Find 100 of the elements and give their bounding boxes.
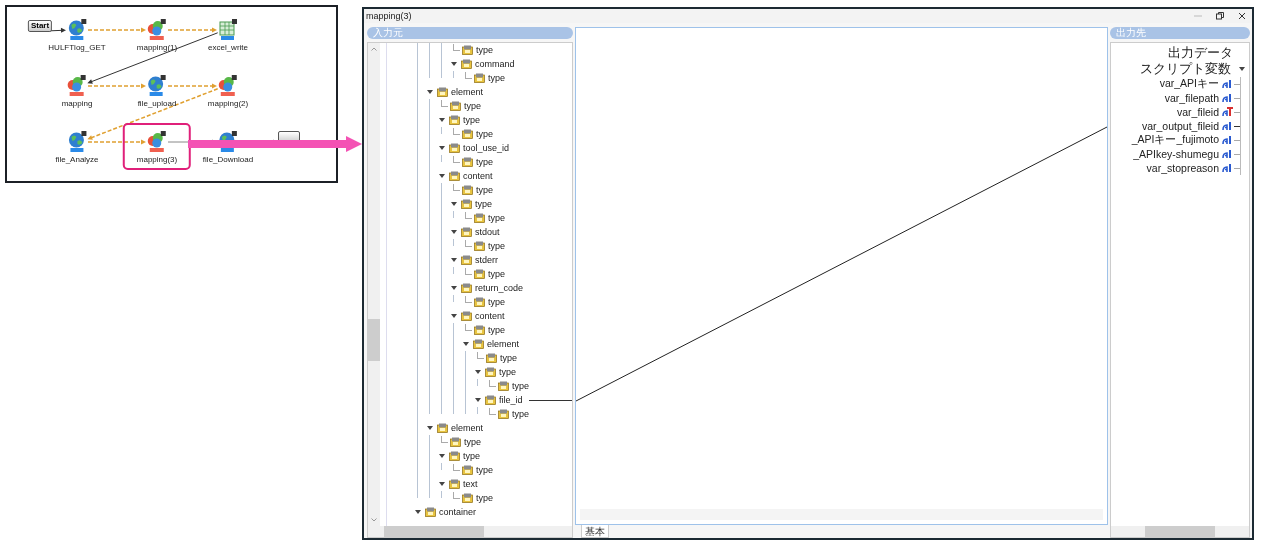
element-icon: [474, 325, 485, 335]
panel-header: 入力元: [367, 27, 573, 39]
selected-node-frame[interactable]: mapping(3): [124, 125, 190, 168]
element-icon: [474, 241, 485, 251]
element-icon: [462, 45, 473, 55]
tree-item[interactable]: type: [463, 115, 480, 125]
element-icon: [450, 101, 461, 111]
node-label: mapping: [61, 99, 93, 108]
variable-icon: [1222, 79, 1233, 89]
tree-item[interactable]: type: [464, 437, 481, 447]
flow-connector: [50, 27, 66, 33]
tab[interactable]: 基本: [581, 525, 609, 538]
tree-item[interactable]: type: [476, 157, 493, 167]
tree-item[interactable]: スクリプト変数: [1140, 60, 1231, 78]
variable-icon: [1222, 107, 1233, 117]
tree-item[interactable]: element: [451, 87, 484, 97]
globe-icon: [67, 19, 87, 41]
tree-item[interactable]: element: [487, 339, 520, 349]
element-icon: [485, 367, 496, 377]
element-icon: [437, 87, 448, 97]
tree-item[interactable]: content: [475, 311, 505, 321]
tree-item[interactable]: return_code: [475, 283, 524, 293]
restore-icon[interactable]: [1216, 12, 1224, 20]
window-title: mapping(3): [366, 11, 413, 21]
mapping-node-icon: [218, 75, 238, 97]
node-label: file_Download: [202, 155, 254, 164]
spreadsheet-icon: [218, 19, 238, 41]
horizontal-scrollbar[interactable]: [1111, 526, 1249, 537]
tree-item[interactable]: type: [463, 451, 480, 461]
element-icon: [462, 465, 473, 475]
element-icon: [462, 129, 473, 139]
element-icon: [449, 451, 460, 461]
scrollbar-thumb[interactable]: [368, 319, 380, 361]
node-label: mapping(1): [136, 43, 178, 52]
tree-item[interactable]: type: [476, 129, 493, 139]
tree-item[interactable]: stderr: [475, 255, 498, 265]
tree-item[interactable]: 出力データ: [1168, 44, 1233, 62]
tree-item[interactable]: type: [475, 199, 492, 209]
element-icon: [449, 115, 460, 125]
variable-name[interactable]: var_fileid: [1176, 106, 1219, 118]
element-icon: [474, 269, 485, 279]
tree-item[interactable]: type: [499, 367, 516, 377]
tree-item[interactable]: type: [464, 101, 481, 111]
tree-item[interactable]: type: [500, 353, 517, 363]
node-label: HULFTlog_GET: [48, 43, 106, 52]
tree-item[interactable]: type: [488, 73, 505, 83]
horizontal-scrollbar[interactable]: [368, 526, 572, 537]
tree-item[interactable]: type: [488, 213, 505, 223]
tree-item[interactable]: stdout: [475, 227, 500, 237]
node-label: mapping(3): [136, 155, 178, 164]
tree-item[interactable]: file_id: [499, 395, 523, 405]
variable-icon: [1222, 93, 1233, 103]
tree-item[interactable]: type: [488, 269, 505, 279]
tree-item[interactable]: type: [476, 185, 493, 195]
element-icon: [485, 395, 496, 405]
element-icon: [425, 507, 436, 517]
tree-item[interactable]: command: [475, 59, 515, 69]
panel-header: 出力先: [1110, 27, 1250, 39]
variable-name[interactable]: var_stopreason: [1146, 162, 1219, 174]
variable-name[interactable]: _APIkey-shumegu: [1133, 148, 1219, 160]
variable-name[interactable]: var_filepath: [1164, 92, 1219, 104]
close-icon[interactable]: [1238, 12, 1246, 20]
tree-item[interactable]: content: [463, 171, 493, 181]
element-icon: [474, 73, 485, 83]
start-node[interactable]: Start: [27, 20, 53, 32]
variable-name[interactable]: _APIキー_fujimoto: [1131, 133, 1219, 147]
element-icon: [462, 185, 473, 195]
variable-icon: [1222, 149, 1233, 159]
node-label: file_Analyze: [55, 155, 99, 164]
variable-icon: [1222, 135, 1233, 145]
element-icon: [449, 171, 460, 181]
variable-name[interactable]: var_APIキー: [1159, 77, 1219, 91]
tree-item[interactable]: type: [476, 465, 493, 475]
element-icon: [474, 297, 485, 307]
element-icon: [461, 59, 472, 69]
tree-item[interactable]: type: [476, 45, 493, 55]
element-icon: [498, 381, 509, 391]
tree-item[interactable]: type: [488, 297, 505, 307]
element-icon: [461, 227, 472, 237]
variable-icon: [1222, 163, 1233, 173]
vertical-scrollbar[interactable]: [368, 43, 380, 526]
tree-item[interactable]: text: [463, 479, 478, 489]
globe-icon: [147, 75, 167, 97]
tree-item[interactable]: container: [439, 507, 477, 517]
element-icon: [486, 353, 497, 363]
tree-item[interactable]: tool_use_id: [463, 143, 510, 153]
element-icon: [498, 409, 509, 419]
mapping-node-icon: [147, 19, 167, 41]
element-icon: [437, 423, 448, 433]
globe-icon: [67, 131, 87, 153]
tree-item[interactable]: type: [512, 409, 529, 419]
element-icon: [461, 199, 472, 209]
element-icon: [461, 311, 472, 321]
tree-item[interactable]: type: [476, 493, 493, 503]
tree-item[interactable]: type: [488, 241, 505, 251]
variable-name[interactable]: var_output_fileid: [1141, 120, 1219, 132]
tree-item[interactable]: type: [488, 325, 505, 335]
tree-item[interactable]: type: [512, 381, 529, 391]
tree-item[interactable]: element: [451, 423, 484, 433]
node-label: excel_write: [208, 43, 248, 52]
